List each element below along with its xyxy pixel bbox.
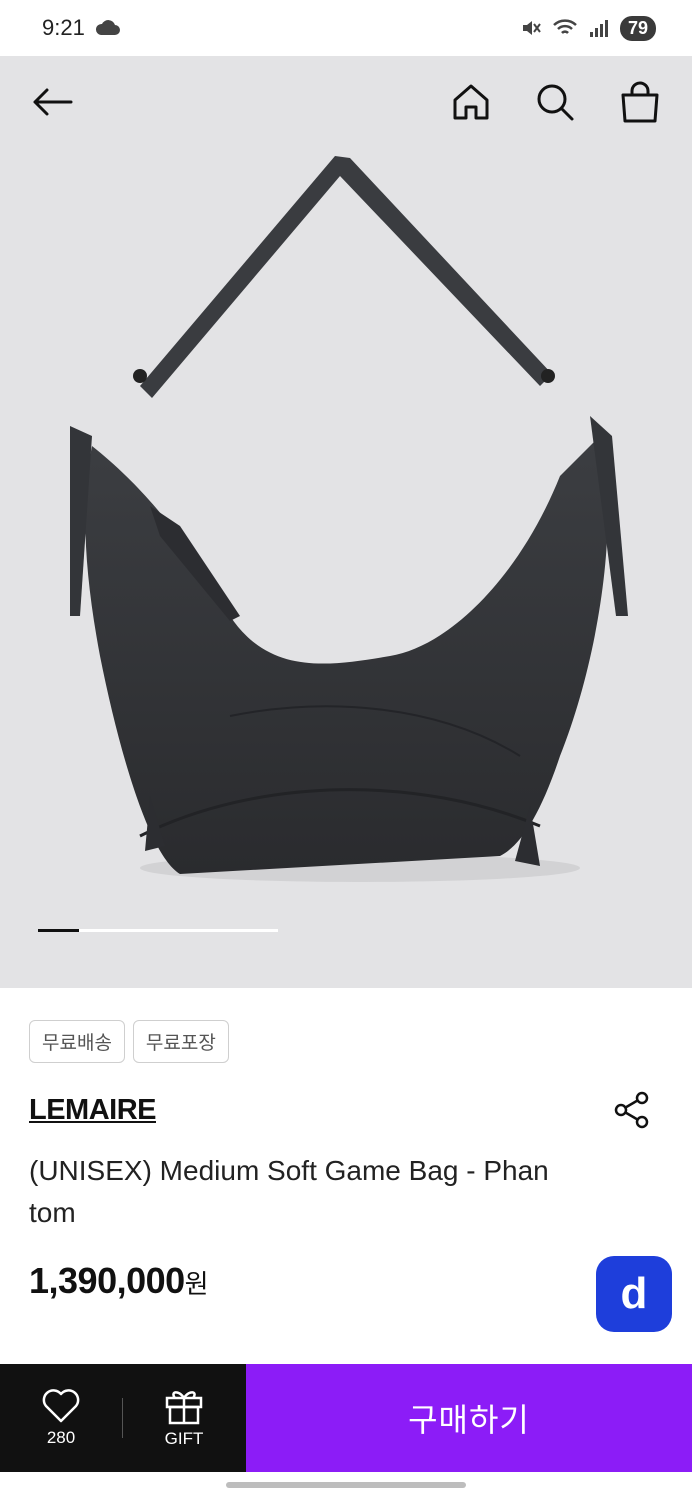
- system-nav-area: [0, 1472, 692, 1500]
- battery-indicator: 79: [619, 15, 656, 41]
- mute-icon: [522, 21, 541, 35]
- wifi-icon: [553, 19, 577, 34]
- gift-icon: [165, 1391, 203, 1425]
- gift-button[interactable]: GIFT: [123, 1364, 245, 1472]
- brand-link[interactable]: LEMAIRE: [29, 1094, 157, 1127]
- fab-label: d: [620, 1269, 648, 1318]
- search-icon: [537, 84, 574, 121]
- home-button[interactable]: [447, 78, 495, 126]
- cloud-icon: [95, 20, 120, 35]
- tag-free-shipping: 무료배송: [29, 1020, 125, 1063]
- status-bar: 9:21 79: [0, 0, 692, 56]
- product-price: 1,390,000원: [29, 1260, 209, 1302]
- product-image: [70, 156, 628, 882]
- carousel-progress-track: [38, 929, 278, 932]
- status-time-group: 9:21: [42, 15, 121, 41]
- tag-free-wrapping: 무료포장: [132, 1020, 229, 1063]
- share-button[interactable]: [608, 1086, 656, 1134]
- arrow-left-icon: [33, 88, 73, 116]
- like-count: 280: [46, 1428, 76, 1447]
- home-indicator[interactable]: [226, 1482, 466, 1488]
- product-info: 무료배송 무료포장 LEMAIRE (UNISEX) Medium Soft G…: [0, 988, 692, 1364]
- floating-d-button[interactable]: d: [596, 1256, 672, 1332]
- product-name: (UNISEX) Medium Soft Game Bag - Phantom: [29, 1155, 549, 1228]
- back-button[interactable]: [28, 78, 76, 126]
- status-time: 9:21: [42, 15, 85, 40]
- price-value: 1,390,000: [29, 1260, 185, 1301]
- gift-label: GIFT: [164, 1429, 204, 1448]
- bottom-left-actions: 280 GIFT: [0, 1364, 246, 1472]
- heart-icon: [42, 1389, 80, 1423]
- signal-icon: [589, 20, 608, 37]
- price-currency: 원: [184, 1269, 209, 1299]
- like-button[interactable]: 280: [0, 1364, 122, 1472]
- carousel-progress-fill: [38, 929, 79, 932]
- share-icon: [614, 1091, 649, 1129]
- status-icons: 79: [520, 15, 656, 41]
- search-button[interactable]: [531, 78, 579, 126]
- product-image-carousel[interactable]: [0, 56, 692, 988]
- home-icon: [453, 84, 489, 120]
- tag-list: 무료배송 무료포장: [29, 1020, 229, 1063]
- bottom-action-bar: 280 GIFT 구매하기: [0, 1364, 692, 1472]
- buy-button[interactable]: 구매하기: [246, 1364, 692, 1472]
- shopping-bag-icon: [621, 81, 659, 123]
- cart-button[interactable]: [616, 78, 664, 126]
